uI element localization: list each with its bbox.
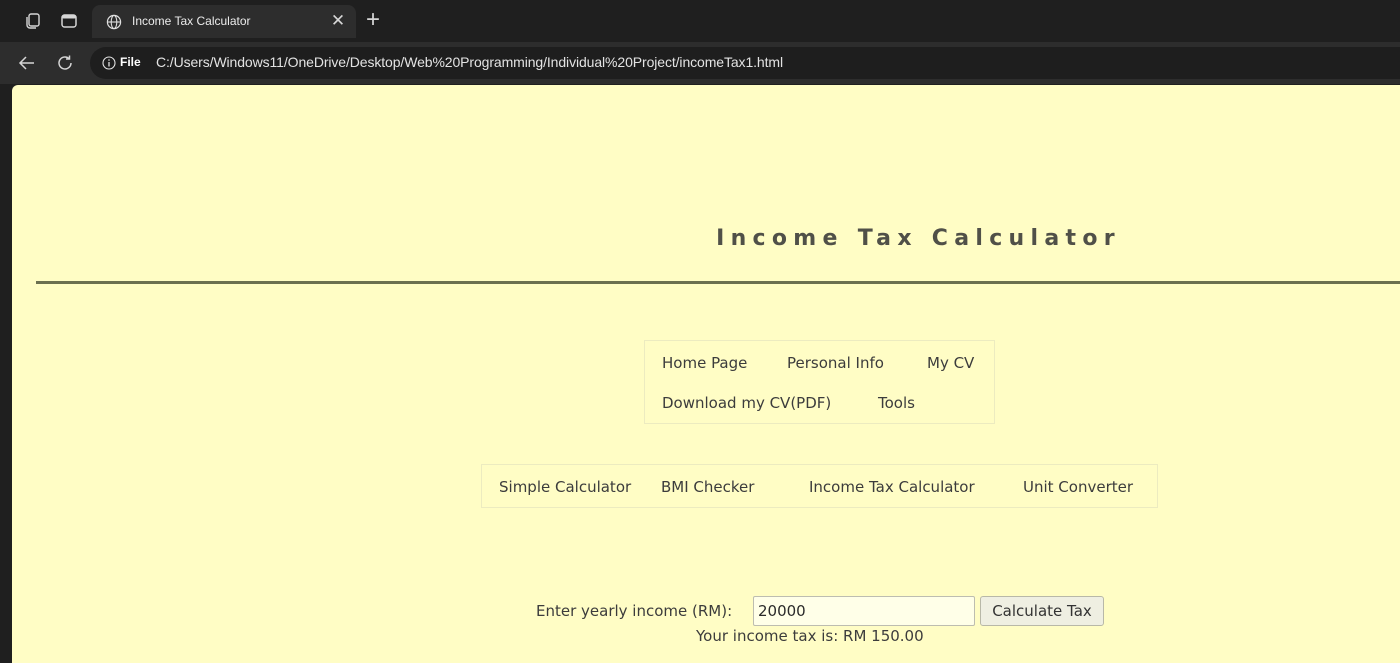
- tab-actions-icon[interactable]: [60, 12, 78, 30]
- address-bar[interactable]: File C:/Users/Windows11/OneDrive/Desktop…: [90, 47, 1400, 79]
- page-viewport: Income Tax Calculator Home Page Personal…: [12, 85, 1400, 663]
- info-icon[interactable]: [102, 56, 116, 70]
- menu-link-tools[interactable]: Tools: [878, 394, 915, 412]
- active-tab[interactable]: Income Tax Calculator ✕: [92, 5, 356, 38]
- new-tab-icon[interactable]: +: [362, 8, 384, 32]
- title-divider: [36, 281, 1400, 284]
- file-scheme-badge: File: [120, 55, 141, 69]
- browser-tab-bar: Income Tax Calculator ✕ +: [0, 0, 1400, 42]
- tax-result-text: Your income tax is: RM 150.00: [696, 627, 924, 645]
- menu-link-my-cv[interactable]: My CV: [927, 354, 974, 372]
- tool-link-bmi-checker[interactable]: BMI Checker: [661, 478, 754, 496]
- menu-link-home[interactable]: Home Page: [662, 354, 747, 372]
- main-menu: Home Page Personal Info My CV Download m…: [644, 340, 995, 424]
- tools-menu: Simple Calculator BMI Checker Income Tax…: [481, 464, 1158, 508]
- tool-link-income-tax-calculator[interactable]: Income Tax Calculator: [809, 478, 975, 496]
- tool-link-unit-converter[interactable]: Unit Converter: [1023, 478, 1133, 496]
- globe-icon: [106, 14, 122, 30]
- tab-title: Income Tax Calculator: [132, 14, 251, 28]
- page-title: Income Tax Calculator: [716, 226, 1121, 251]
- income-label: Enter yearly income (RM):: [536, 602, 733, 620]
- url-text[interactable]: C:/Users/Windows11/OneDrive/Desktop/Web%…: [156, 54, 783, 70]
- calculate-tax-button[interactable]: Calculate Tax: [980, 596, 1104, 626]
- workspaces-icon[interactable]: [24, 12, 42, 30]
- menu-link-personal-info[interactable]: Personal Info: [787, 354, 884, 372]
- income-input[interactable]: [753, 596, 975, 626]
- menu-link-download-cv[interactable]: Download my CV(PDF): [662, 394, 831, 412]
- close-tab-icon[interactable]: ✕: [328, 11, 348, 31]
- tool-link-simple-calculator[interactable]: Simple Calculator: [499, 478, 631, 496]
- browser-toolbar: File C:/Users/Windows11/OneDrive/Desktop…: [0, 42, 1400, 84]
- refresh-icon[interactable]: [54, 52, 76, 74]
- back-arrow-icon[interactable]: [16, 52, 38, 74]
